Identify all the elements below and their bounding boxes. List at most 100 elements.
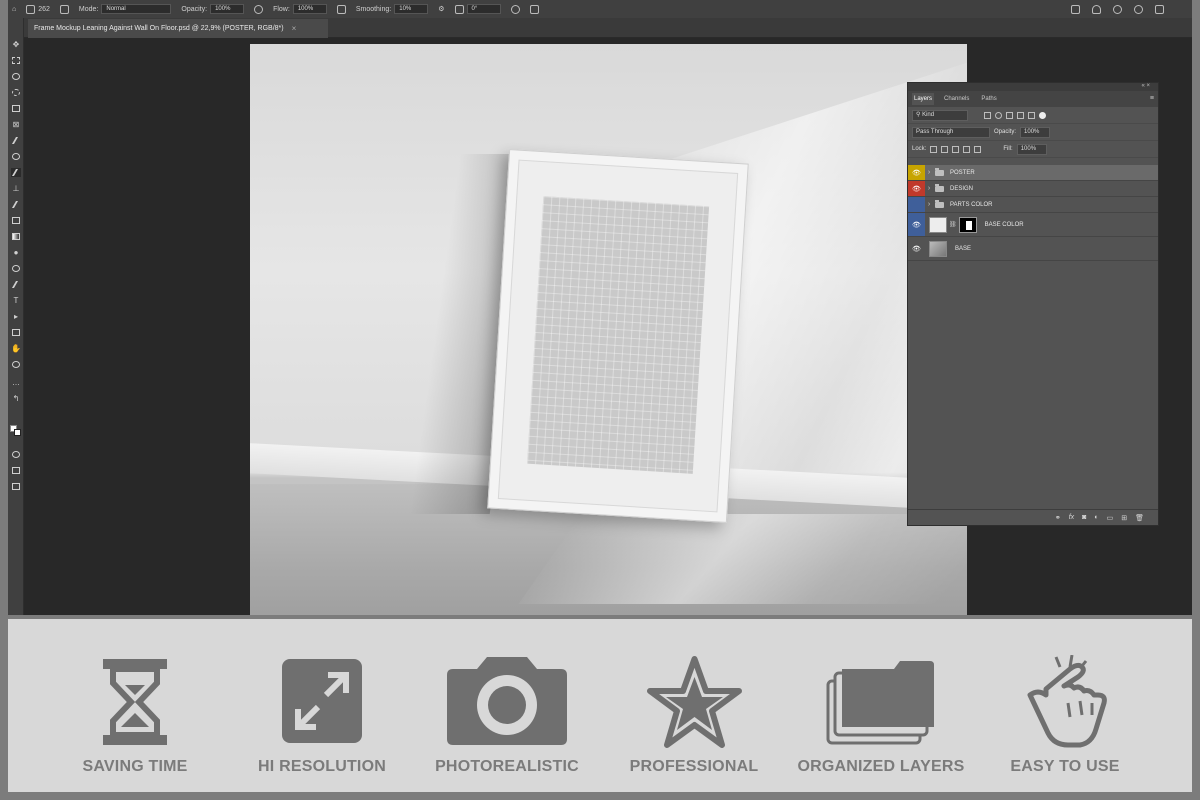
brush-tool-icon[interactable] <box>11 168 21 177</box>
lightbulb-icon[interactable] <box>1134 4 1143 14</box>
panel-menu-icon[interactable]: ≡ <box>1150 95 1154 102</box>
move-tool-icon[interactable]: ✥ <box>11 40 21 49</box>
clone-stamp-tool-icon[interactable]: ⊥ <box>11 184 21 193</box>
fx-icon[interactable]: fx <box>1069 514 1074 521</box>
dodge-tool-icon[interactable] <box>11 264 21 273</box>
pen-tool-icon[interactable] <box>11 280 21 289</box>
lock-position-icon[interactable] <box>952 145 960 153</box>
visibility-eye-icon[interactable] <box>908 197 925 212</box>
artboard-icon[interactable] <box>11 482 21 491</box>
quick-select-tool-icon[interactable] <box>11 88 21 97</box>
more-tools-icon[interactable]: … <box>11 378 21 387</box>
quick-mask-icon[interactable] <box>11 450 21 459</box>
lock-artboard-icon[interactable] <box>963 145 971 153</box>
blend-mode-select[interactable]: Pass Through <box>912 126 990 138</box>
layer-mask-thumbnail[interactable] <box>958 216 977 233</box>
background-color-swatch[interactable] <box>14 429 21 436</box>
panel-collapse-close-icon[interactable]: « × <box>1141 83 1150 89</box>
document-tab[interactable]: Frame Mockup Leaning Against Wall On Flo… <box>28 19 328 38</box>
tab-channels[interactable]: Channels <box>942 93 971 105</box>
layer-design[interactable]: 👁 › DESIGN <box>908 181 1158 197</box>
filter-pixel-icon[interactable] <box>984 111 991 119</box>
tab-layers[interactable]: Layers <box>912 93 935 105</box>
airbrush-glyph <box>336 4 346 14</box>
layers-folder-icon <box>826 661 934 745</box>
symmetry-icon[interactable] <box>529 4 539 14</box>
close-icon[interactable]: × <box>292 24 297 33</box>
floor-sunlight <box>518 514 967 604</box>
lasso-tool-icon[interactable] <box>11 72 21 81</box>
blur-tool-icon[interactable]: ● <box>11 248 21 257</box>
brush-preset-picker[interactable]: 262 <box>26 4 50 14</box>
mask-icon[interactable]: ◙ <box>1082 514 1086 521</box>
search-icon[interactable] <box>1113 4 1122 14</box>
type-tool-icon[interactable]: T <box>11 296 21 305</box>
mask-link-icon[interactable]: ⛓ <box>949 221 957 228</box>
history-brush-tool-icon[interactable] <box>11 200 21 209</box>
expand-chevron-icon[interactable]: › <box>925 201 933 208</box>
airbrush-icon[interactable] <box>336 4 346 14</box>
rectangle-tool-icon[interactable] <box>11 328 21 337</box>
folder-icon <box>935 199 944 208</box>
lock-image-icon[interactable] <box>941 145 949 153</box>
trash-icon[interactable]: 🗑 <box>1135 514 1144 522</box>
lock-all-icon[interactable] <box>974 145 982 153</box>
gradient-tool-icon[interactable] <box>11 232 21 241</box>
symmetry-glyph <box>529 4 539 14</box>
layer-opacity-field[interactable]: 100% <box>1020 126 1051 138</box>
expand-chevron-icon[interactable]: › <box>925 185 933 192</box>
new-layer-icon[interactable]: ⊞ <box>1121 514 1127 522</box>
filter-shape-icon[interactable] <box>1017 111 1024 119</box>
filter-kind-select[interactable]: ⚲ Kind <box>912 109 968 121</box>
pressure-opacity-icon[interactable] <box>254 4 264 14</box>
opacity-field[interactable]: 100% <box>210 4 245 14</box>
opacity-label: Opacity: <box>994 129 1017 135</box>
feature-label: EASY TO USE <box>1010 758 1120 775</box>
smoothing-field[interactable]: 10% <box>394 4 429 14</box>
adjustment-icon[interactable]: ◐ <box>1094 514 1098 521</box>
share-icon[interactable] <box>1155 4 1164 14</box>
home-icon[interactable]: ⌂ <box>12 6 16 13</box>
filter-toggle-icon[interactable] <box>1039 111 1046 119</box>
eyedropper-tool-icon[interactable] <box>11 136 21 145</box>
bell-icon[interactable] <box>1092 4 1101 14</box>
layer-name: DESIGN <box>950 185 974 192</box>
hand-tool-icon[interactable]: ✋ <box>11 344 21 353</box>
tab-paths[interactable]: Paths <box>979 93 998 105</box>
frame-tool-icon[interactable]: ⊠ <box>11 120 21 129</box>
workspace-icon[interactable] <box>1071 4 1080 14</box>
lock-transparency-icon[interactable] <box>930 145 938 153</box>
path-selection-tool-icon[interactable]: ▸ <box>11 312 21 321</box>
panel-footer: ⚭ fx ◙ ◐ ▭ ⊞ 🗑 <box>908 509 1158 525</box>
layer-parts-color[interactable]: › PARTS COLOR <box>908 197 1158 213</box>
document-canvas[interactable] <box>250 44 967 615</box>
layer-base-color[interactable]: 👁 ⛓ BASE COLOR <box>908 213 1158 237</box>
group-icon[interactable]: ▭ <box>1107 514 1114 522</box>
filter-adjustment-icon[interactable] <box>995 111 1002 119</box>
pressure-size-icon[interactable] <box>510 4 520 14</box>
screen-mode-icon[interactable] <box>11 466 21 475</box>
crop-tool-icon[interactable] <box>11 104 21 113</box>
feature-photorealistic: PHOTOREALISTIC <box>417 655 597 785</box>
fill-field[interactable]: 100% <box>1016 143 1047 155</box>
healing-brush-tool-icon[interactable] <box>11 152 21 161</box>
filter-smart-object-icon[interactable] <box>1028 111 1035 119</box>
eraser-tool-icon[interactable] <box>11 216 21 225</box>
swap-colors-icon[interactable]: ↰ <box>11 394 21 403</box>
visibility-eye-icon[interactable]: 👁 <box>908 237 925 260</box>
flow-field[interactable]: 100% <box>292 4 327 14</box>
marquee-tool-icon[interactable] <box>11 56 21 65</box>
filter-type-icon[interactable] <box>1006 111 1013 119</box>
zoom-tool-icon[interactable] <box>11 360 21 369</box>
gear-icon[interactable]: ⚙ <box>438 5 444 13</box>
layer-base[interactable]: 👁 BASE <box>908 237 1158 261</box>
expand-chevron-icon[interactable]: › <box>925 169 933 176</box>
layer-poster[interactable]: 👁 › POSTER <box>908 165 1158 181</box>
angle-field[interactable]: 0° <box>466 4 501 14</box>
visibility-eye-icon[interactable]: 👁 <box>908 165 925 180</box>
visibility-eye-icon[interactable]: 👁 <box>908 213 925 236</box>
link-icon[interactable]: ⚭ <box>1055 514 1061 522</box>
brush-settings-icon[interactable] <box>59 4 69 14</box>
visibility-eye-icon[interactable]: 👁 <box>908 181 925 196</box>
mode-select[interactable]: Normal <box>101 4 172 14</box>
